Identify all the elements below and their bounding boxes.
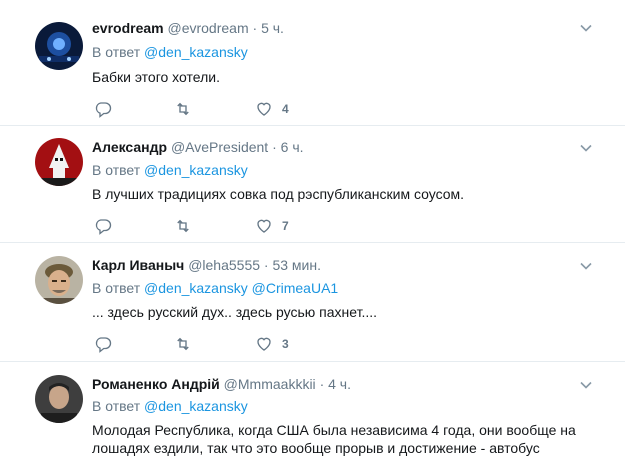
author-handle[interactable]: @Mmmaakkkii [224, 376, 316, 392]
tweet-header: Романенко Андрій @Mmmaakkkii · 4 ч. [92, 375, 351, 393]
retweet-icon [177, 102, 189, 116]
timestamp[interactable]: · 53 мин. [264, 257, 321, 273]
tweet-3[interactable]: Карл Иваныч @leha5555 · 53 мин. В ответ … [0, 243, 625, 362]
reply-prefix: В ответ [92, 398, 141, 414]
author-name[interactable]: Романенко Андрій [92, 376, 220, 392]
like-button[interactable]: 4 [255, 99, 289, 119]
tweet-text: Молодая Республика, когда США была незав… [92, 422, 576, 456]
reply-button[interactable] [94, 334, 112, 354]
timestamp[interactable]: · 4 ч. [320, 376, 351, 392]
tweet-1[interactable]: evrodream @evrodream · 5 ч. В ответ @den… [0, 0, 625, 126]
author-handle[interactable]: @leha5555 [188, 257, 260, 273]
tweet-header: Карл Иваныч @leha5555 · 53 мин. [92, 256, 321, 274]
like-count: 4 [282, 102, 289, 116]
tweet-text: ... здесь русский дух.. здесь русью пахн… [92, 304, 378, 320]
retweet-button[interactable] [174, 334, 192, 354]
timestamp[interactable]: · 5 ч. [253, 20, 284, 36]
mention-link[interactable]: @den_kazansky [144, 280, 248, 296]
mention-link[interactable]: @den_kazansky [144, 162, 248, 178]
heart-icon [257, 102, 271, 116]
tweet-4[interactable]: Романенко Андрій @Mmmaakkkii · 4 ч. В от… [0, 362, 625, 464]
reply-icon [95, 219, 112, 235]
tweet-text: Бабки этого хотели. [92, 69, 220, 85]
chevron-down-icon[interactable] [580, 260, 592, 272]
reply-to-line: В ответ @den_kazansky @CrimeaUA1 [92, 279, 338, 297]
chevron-down-icon[interactable] [580, 379, 592, 391]
tweet-2[interactable]: Александр @AvePresident · 6 ч. В ответ @… [0, 126, 625, 243]
author-name[interactable]: Карл Иваныч [92, 257, 184, 273]
tweet-header: Александр @AvePresident · 6 ч. [92, 138, 304, 156]
mention-link[interactable]: @den_kazansky [144, 44, 248, 60]
retweet-icon [177, 337, 189, 351]
mention-link[interactable]: @CrimeaUA1 [252, 280, 339, 296]
like-button[interactable]: 3 [255, 334, 289, 354]
avatar[interactable] [35, 22, 83, 70]
heart-icon [257, 219, 271, 233]
avatar[interactable] [35, 375, 83, 423]
author-handle[interactable]: @evrodream [167, 20, 248, 36]
tweet-header: evrodream @evrodream · 5 ч. [92, 19, 284, 37]
author-handle[interactable]: @AvePresident [171, 139, 268, 155]
reply-to-line: В ответ @den_kazansky [92, 161, 248, 179]
reply-prefix: В ответ [92, 280, 141, 296]
reply-icon [95, 102, 112, 118]
author-name[interactable]: Александр [92, 139, 167, 155]
tweet-text: В лучших традициях совка под рэспубликан… [92, 186, 465, 202]
reply-to-line: В ответ @den_kazansky [92, 397, 248, 415]
mention-link[interactable]: @den_kazansky [144, 398, 248, 414]
reply-button[interactable] [94, 216, 112, 236]
reply-prefix: В ответ [92, 44, 141, 60]
reply-icon [95, 337, 112, 353]
author-name[interactable]: evrodream [92, 20, 164, 36]
timestamp[interactable]: · 6 ч. [272, 139, 303, 155]
retweet-button[interactable] [174, 216, 192, 236]
heart-icon [257, 337, 271, 351]
chevron-down-icon[interactable] [580, 22, 592, 34]
tweet-actions: 3 [92, 334, 312, 354]
tweet-actions: 4 [92, 99, 312, 119]
reply-button[interactable] [94, 99, 112, 119]
avatar[interactable] [35, 138, 83, 186]
like-button[interactable]: 7 [255, 216, 289, 236]
reply-prefix: В ответ [92, 162, 141, 178]
avatar[interactable] [35, 256, 83, 304]
retweet-icon [177, 219, 189, 233]
reply-to-line: В ответ @den_kazansky [92, 43, 248, 61]
like-count: 7 [282, 219, 289, 233]
like-count: 3 [282, 337, 289, 351]
tweet-actions: 7 [92, 216, 312, 236]
retweet-button[interactable] [174, 99, 192, 119]
chevron-down-icon[interactable] [580, 142, 592, 154]
